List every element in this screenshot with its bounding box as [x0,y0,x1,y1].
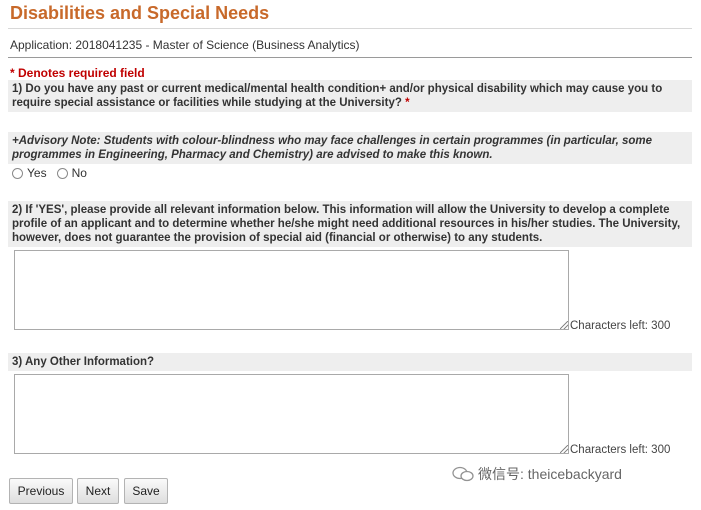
special-needs-textarea[interactable] [14,250,569,330]
save-button[interactable]: Save [124,478,168,504]
wechat-watermark: 微信号: theicebackyard [452,464,622,484]
characters-left-counter: Characters left: 300 [570,444,671,456]
required-field-note: * Denotes required field [10,66,145,80]
advisory-note: +Advisory Note: Students with colour-bli… [8,132,692,164]
previous-button[interactable]: Previous [9,478,73,504]
radio-yes-label[interactable]: Yes [27,166,47,180]
characters-left-counter: Characters left: 300 [570,320,671,332]
question-2: 2) If 'YES', please provide all relevant… [8,201,692,247]
other-information-textarea[interactable] [14,374,569,454]
application-info: Application: 2018041235 - Master of Scie… [10,38,360,52]
wechat-icon [452,466,474,482]
question-1-text: 1) Do you have any past or current medic… [12,83,663,109]
question-1: 1) Do you have any past or current medic… [8,80,692,112]
watermark-text: 微信号: theicebackyard [478,466,622,482]
radio-no[interactable] [56,167,68,179]
radio-yes[interactable] [12,167,23,179]
yes-no-radio-group: Yes No [12,166,97,180]
resize-handle-icon[interactable] [560,321,568,329]
resize-handle-icon[interactable] [560,445,568,453]
application-divider [8,57,692,58]
next-button[interactable]: Next [77,478,119,504]
required-star: * [405,97,410,109]
radio-no-label[interactable]: No [72,166,87,180]
title-divider [8,28,692,29]
page-title: Disabilities and Special Needs [10,3,270,23]
question-3: 3) Any Other Information? [8,353,692,371]
